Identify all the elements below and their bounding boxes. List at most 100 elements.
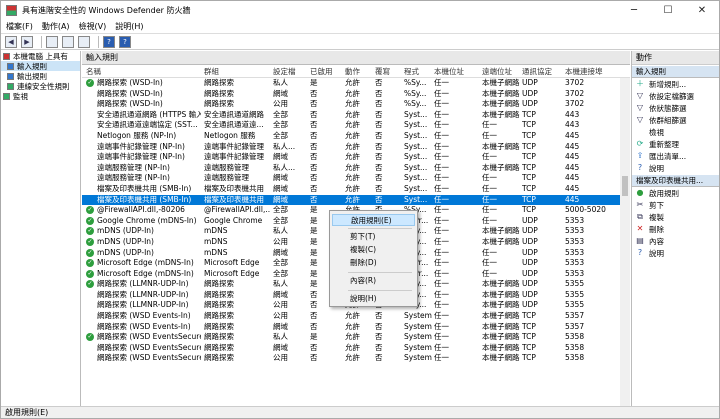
action-filter-by-profile[interactable]: ▽ 依設定檔篩選	[632, 90, 719, 102]
export-icon: ⇪	[636, 151, 644, 160]
cell-name: 遠端服務管理 (NP-In)	[97, 173, 170, 183]
inbound-rules-icon	[7, 62, 14, 70]
tree-item-outbound[interactable]: 輸出規則	[1, 71, 80, 81]
close-button[interactable]: ✕	[685, 1, 719, 19]
cell-local-port: 5358	[565, 342, 585, 352]
cell-remote-address: 本機子網路	[482, 311, 520, 321]
maximize-button[interactable]: ☐	[651, 1, 685, 19]
action-label: 依設定檔篩選	[649, 91, 694, 101]
table-row[interactable]: 網路探索 (WSD EventsSecure... 網路探索 公用 否 允許 否 Syste…	[82, 353, 630, 364]
table-row[interactable]: 遠端服務管理 (NP-In) 遠端服務管理 網域 否 允許 否 Syst... 任一 任一 TCP…	[82, 173, 630, 184]
table-row[interactable]: 網路探索 (WSD-In) 網路探索 公用 否 允許 否 %Sy... 任一 本機子網路 UDP 3…	[82, 99, 630, 110]
column-header-local-port[interactable]: 本機連接埠	[565, 65, 620, 78]
cell-local-address: 任一	[434, 342, 449, 352]
cell-protocol: UDP	[522, 300, 538, 310]
cell-protocol: TCP	[522, 194, 536, 204]
table-row[interactable]: 遠端服務管理 (NP-In) 遠端服務管理 私人... 否 允許 否 Syst... 任一 本機…	[82, 163, 630, 174]
cell-name: 安全通訊通道遠端協定 (SST...	[97, 120, 198, 130]
table-row[interactable]: ✓ 網路探索 (WSD EventsSecure... 網路探索 私人 是 允許 否 Syst…	[82, 332, 630, 343]
forward-icon[interactable]: ▶	[21, 35, 33, 48]
table-row[interactable]: 網路探索 (WSD Events-In) 網路探索 公用 否 允許 否 System 任一 本機…	[82, 311, 630, 322]
menu-action[interactable]: 動作(A)	[42, 21, 70, 32]
column-header-remote-address[interactable]: 遠端位址	[482, 65, 522, 78]
action-export-list[interactable]: ⇪ 匯出清單...	[632, 150, 719, 162]
table-row[interactable]: 安全通訊通道網路 (HTTPS 輸入... 安全通訊通道網路 全部 否 允許 否 Syst.…	[82, 110, 630, 121]
cell-protocol: TCP	[522, 130, 536, 140]
help-icon[interactable]: ?	[103, 35, 115, 48]
actions-section-inbound[interactable]: 輸入規則	[632, 66, 719, 78]
cell-group: Netlogon 服務	[204, 130, 256, 140]
column-header-program[interactable]: 程式	[404, 65, 432, 78]
menu-file[interactable]: 檔案(F)	[6, 21, 33, 32]
table-row[interactable]: 檔案及印表機共用 (SMB-In) 檔案及印表機共用 網域 否 允許 否 Syst... 任一…	[82, 184, 630, 195]
actions-title: 動作	[632, 51, 719, 65]
cell-action: 允許	[345, 130, 360, 140]
action-help[interactable]: ? 說明	[632, 247, 719, 259]
context-cut[interactable]: 剪下(T)	[332, 231, 415, 243]
action-new-rule[interactable]: ＋ 新增規則...	[632, 78, 719, 90]
show-hide-tree-icon[interactable]	[62, 35, 74, 48]
minimize-button[interactable]: ─	[617, 1, 651, 19]
scrollbar-thumb[interactable]	[622, 176, 628, 196]
context-copy[interactable]: 複製(C)	[332, 244, 415, 256]
help-topics-icon[interactable]: ?	[119, 35, 131, 48]
action-properties[interactable]: ▤ 內容	[632, 235, 719, 247]
cell-group: 安全通訊通道網路	[204, 109, 264, 119]
action-cut[interactable]: ✂ 剪下	[632, 199, 719, 211]
action-delete[interactable]: ✕ 刪除	[632, 223, 719, 235]
cell-enabled: 否	[310, 183, 318, 193]
back-icon[interactable]: ◀	[5, 35, 17, 48]
column-header-local-address[interactable]: 本機位址	[434, 65, 481, 78]
table-row[interactable]: 檔案及印表機共用 (SMB-In) 檔案及印表機共用 網域 否 允許 否 Syst... 任一…	[82, 194, 630, 206]
column-header-override[interactable]: 覆寫	[375, 65, 400, 78]
action-label: 依狀態篩選	[649, 103, 687, 113]
context-delete[interactable]: 刪除(D)	[332, 257, 415, 269]
table-row[interactable]: 遠端事件記錄管理 (NP-In) 遠端事件記錄管理 私人... 否 允許 否 Syst...…	[82, 142, 630, 153]
action-enable-rule[interactable]: ● 啟用規則	[632, 187, 719, 199]
column-header-profile[interactable]: 設定檔	[273, 65, 310, 78]
cell-group: 檔案及印表機共用	[204, 194, 264, 204]
enabled-check-icon: ✓	[86, 216, 94, 225]
action-filter-by-state[interactable]: ▽ 依狀態篩選	[632, 102, 719, 114]
menu-view[interactable]: 檢視(V)	[79, 21, 107, 32]
tree-item-connection-security[interactable]: 連線安全性規則	[1, 81, 80, 91]
context-properties[interactable]: 內容(R)	[332, 275, 415, 287]
cell-name: 遠端事件記錄管理 (NP-In)	[97, 141, 185, 151]
up-folder-icon[interactable]	[46, 35, 58, 48]
column-header-row: 名稱 群組 設定檔 已啟用 動作 覆寫 程式 本機位址 遠端位址 通訊協定 本機連接埠	[82, 65, 630, 78]
tree-item-inbound[interactable]: 輸入規則	[1, 61, 80, 71]
table-row[interactable]: 網路探索 (WSD Events-In) 網路探索 網域 否 允許 否 System 任一 本機…	[82, 322, 630, 333]
filter-icon: ▽	[636, 115, 644, 124]
cell-group: 網路探索	[204, 78, 234, 87]
table-row[interactable]: 網路探索 (WSD-In) 網路探索 網域 否 允許 否 %Sy... 任一 本機子網路 UDP 3…	[82, 89, 630, 100]
tree-item-monitoring[interactable]: 監視	[1, 91, 80, 101]
cell-enabled: 否	[310, 130, 318, 140]
context-enable-rule[interactable]: 啟用規則(E)	[332, 214, 415, 226]
context-help[interactable]: 說明(H)	[332, 293, 415, 305]
vertical-scrollbar[interactable]	[620, 78, 630, 406]
column-header-action[interactable]: 動作	[345, 65, 373, 78]
table-row[interactable]: Netlogon 服務 (NP-In) Netlogon 服務 全部 否 允許 否 Syst…	[82, 131, 630, 142]
cell-protocol: UDP	[522, 247, 538, 257]
cell-action: 允許	[345, 162, 360, 172]
table-row[interactable]: ✓ 網路探索 (WSD-In) 網路探索 私人 是 允許 否 %Sy... 任一 本機子網路 UDP…	[82, 78, 630, 89]
action-copy[interactable]: ⧉ 複製	[632, 211, 719, 223]
table-row[interactable]: 安全通訊通道遠端協定 (SST... 安全通訊通道遠... 全部 否 允許 否 Syst..…	[82, 120, 630, 131]
table-row[interactable]: 網路探索 (WSD EventsSecure... 網路探索 網域 否 允許 否 Syste…	[82, 343, 630, 354]
action-help[interactable]: ? 說明	[632, 162, 719, 174]
column-header-protocol[interactable]: 通訊協定	[522, 65, 564, 78]
menu-help[interactable]: 說明(H)	[115, 21, 143, 32]
column-header-enabled[interactable]: 已啟用	[310, 65, 343, 78]
column-header-name[interactable]: 名稱	[86, 65, 201, 78]
cell-group: 遠端服務管理	[204, 173, 249, 183]
tree-root[interactable]: 本機電腦 上具有	[1, 51, 80, 61]
table-row[interactable]: 遠端事件記錄管理 (NP-In) 遠端事件記錄管理 網域 否 允許 否 Syst... 任一 任…	[82, 152, 630, 163]
actions-section-rule[interactable]: 檔案及印表機共用...	[632, 175, 719, 187]
cell-action: 允許	[345, 353, 360, 363]
cell-protocol: TCP	[522, 342, 536, 352]
column-header-group[interactable]: 群組	[204, 65, 270, 78]
action-filter-by-group[interactable]: ▽ 依群組篩選	[632, 114, 719, 126]
action-view[interactable]: 檢視	[632, 126, 719, 138]
export-list-icon[interactable]	[78, 35, 90, 48]
action-refresh[interactable]: ⟳ 重新整理	[632, 138, 719, 150]
